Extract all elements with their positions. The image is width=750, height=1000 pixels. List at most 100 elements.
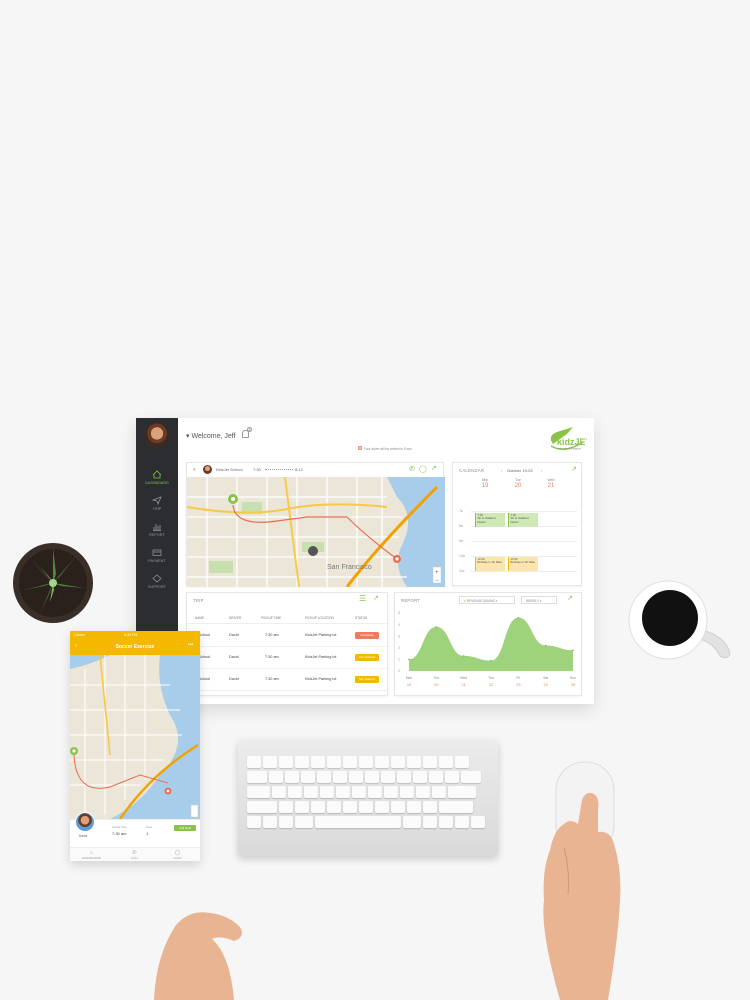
report-title: REPORT [401, 598, 421, 603]
sidebar-item-label: TRIP [152, 507, 162, 511]
event-title: Birthday to SF Mike [510, 560, 535, 565]
bar-chart-icon [153, 524, 161, 531]
calendar-title: CALENDAR [459, 468, 485, 473]
table-header: PICKUP LOCATION [305, 616, 334, 620]
paper-plane-icon [152, 496, 162, 505]
trip-driver: David [229, 655, 239, 659]
calendar-day-number[interactable]: 20 [508, 483, 528, 489]
route-origin: KidzJet School [216, 467, 243, 472]
phone-title: Soccer Exercise [115, 644, 155, 650]
calendar-hour-label: 11a [459, 569, 465, 573]
home-icon [152, 470, 162, 479]
data-point [490, 659, 492, 662]
sidebar-item-dashboard[interactable]: DASHBOARD [136, 470, 178, 485]
calendar-hour-line [471, 511, 577, 512]
keyboard-key [247, 755, 261, 768]
phone-icon[interactable]: ✆ [409, 465, 415, 473]
keyboard-key [429, 770, 443, 783]
seat-label: Seat [146, 825, 152, 829]
svg-text:+: + [435, 570, 439, 576]
sidebar-item-support[interactable]: SUPPORT [136, 574, 178, 589]
keyboard-key [247, 770, 267, 783]
report-period-select[interactable]: WEEKLY ▾ [521, 596, 557, 604]
event-title: Birthday to SF Mike [477, 560, 502, 565]
status-badge[interactable]: Complete [355, 631, 379, 639]
trip-time: 7:30 am [265, 677, 279, 681]
call-now-button[interactable]: Call Now [174, 825, 196, 831]
keyboard-key [317, 770, 331, 783]
keyboard-key [311, 755, 325, 768]
keyboard-key [301, 770, 315, 783]
calendar-event[interactable]: 7:30 SF to Oakland Daniel [508, 513, 538, 527]
y-tick-label: 3 [398, 634, 400, 638]
more-icon[interactable]: ••• [188, 642, 193, 648]
x-tick-label: Fri [516, 676, 520, 680]
avatar[interactable] [144, 423, 170, 449]
sidebar-item-payment[interactable]: PAYMENT [136, 548, 178, 563]
report-chart: 012345Mon19Tue20Wed21Thu22Fri23Sat24Sun2… [398, 611, 576, 687]
y-tick-label: 0 [398, 669, 400, 673]
report-filter-select[interactable]: ● REVENUE SAVING ▾ [459, 596, 515, 604]
status-badge[interactable]: Not Started [355, 653, 379, 661]
trip-time: 7:30 am [265, 655, 279, 659]
calendar-event[interactable]: 10:30 Birthday to SF Mike [475, 557, 505, 571]
calendar-day-number[interactable]: 21 [541, 483, 561, 489]
route-end-time: 8:12 [295, 467, 303, 472]
sidebar-item-label: PAYMENT [148, 559, 166, 563]
trip-driver: David [229, 633, 239, 637]
y-tick-label: 4 [398, 623, 400, 627]
calendar-event[interactable]: 10:30 Birthday to SF Mike [508, 557, 538, 571]
expand-icon[interactable]: ↗ [373, 594, 379, 602]
keyboard-key [455, 815, 469, 828]
expand-icon[interactable]: ↗ [567, 594, 573, 602]
keyboard-key [461, 770, 481, 783]
driver-avatar [75, 812, 95, 832]
chevron-down-icon[interactable]: ▾ [193, 467, 196, 473]
zoom-control[interactable] [190, 804, 199, 818]
expand-icon[interactable]: ↗ [571, 465, 577, 473]
sidebar-item-trip[interactable]: TRIP [136, 496, 178, 511]
sidebar-item-report[interactable]: REPORT [136, 522, 178, 537]
keyboard-key [439, 755, 453, 768]
phone-map[interactable] [70, 655, 200, 819]
calendar-event[interactable]: 7:30 SF to Oakland Daniel [475, 513, 505, 527]
keyboard-key [343, 800, 357, 813]
data-point [435, 626, 438, 628]
keyboard-key [247, 815, 261, 828]
keyboard-key [359, 800, 373, 813]
chevron-left-icon[interactable]: ‹ [501, 468, 502, 473]
x-date-label: 20 [434, 683, 438, 687]
chat-icon[interactable]: ◯ [419, 465, 427, 473]
keyboard-row [246, 784, 490, 799]
tab-dashboard[interactable]: ⌂ DASHBOARD [70, 850, 113, 860]
tab-call[interactable]: ✆ CALL [113, 850, 156, 860]
keyboard [238, 740, 498, 856]
driver-name: David [79, 834, 88, 838]
tab-chat[interactable]: ◯ CHAT [156, 850, 199, 860]
calendar-day-number[interactable]: 19 [475, 483, 495, 489]
keyboard-key [423, 800, 437, 813]
trip-location: KidzJet Parking lot [305, 655, 337, 659]
logo-text: kidzJET [557, 437, 587, 447]
keyboard-key [403, 815, 421, 828]
data-point [408, 658, 410, 661]
keyboard-key [263, 815, 277, 828]
arrival-label: Arrival Time [112, 825, 127, 829]
table-divider [187, 623, 389, 624]
keyboard-row [246, 814, 490, 829]
chevron-right-icon[interactable]: › [541, 468, 542, 473]
menu-icon[interactable]: ☰ [359, 594, 366, 603]
expand-icon[interactable]: ↗ [431, 464, 437, 472]
report-filter-label: REVENUE SAVING [466, 599, 495, 603]
status-badge[interactable]: Not Started [355, 675, 379, 683]
x-tick-label: Sat [543, 676, 548, 680]
trip-driver: David [229, 677, 239, 681]
trip-map[interactable]: San Francisco + − [187, 477, 445, 587]
keyboard-key [336, 785, 350, 798]
x-tick-label: Tue [433, 676, 439, 680]
keyboard-key [311, 800, 325, 813]
seat-value: 1 [146, 831, 149, 836]
sidebar-item-label: DASHBOARD [145, 481, 169, 485]
plant-decoration [13, 543, 93, 623]
phone-header: Carrier 5:35 PM ‹ Soccer Exercise ••• [70, 631, 200, 655]
